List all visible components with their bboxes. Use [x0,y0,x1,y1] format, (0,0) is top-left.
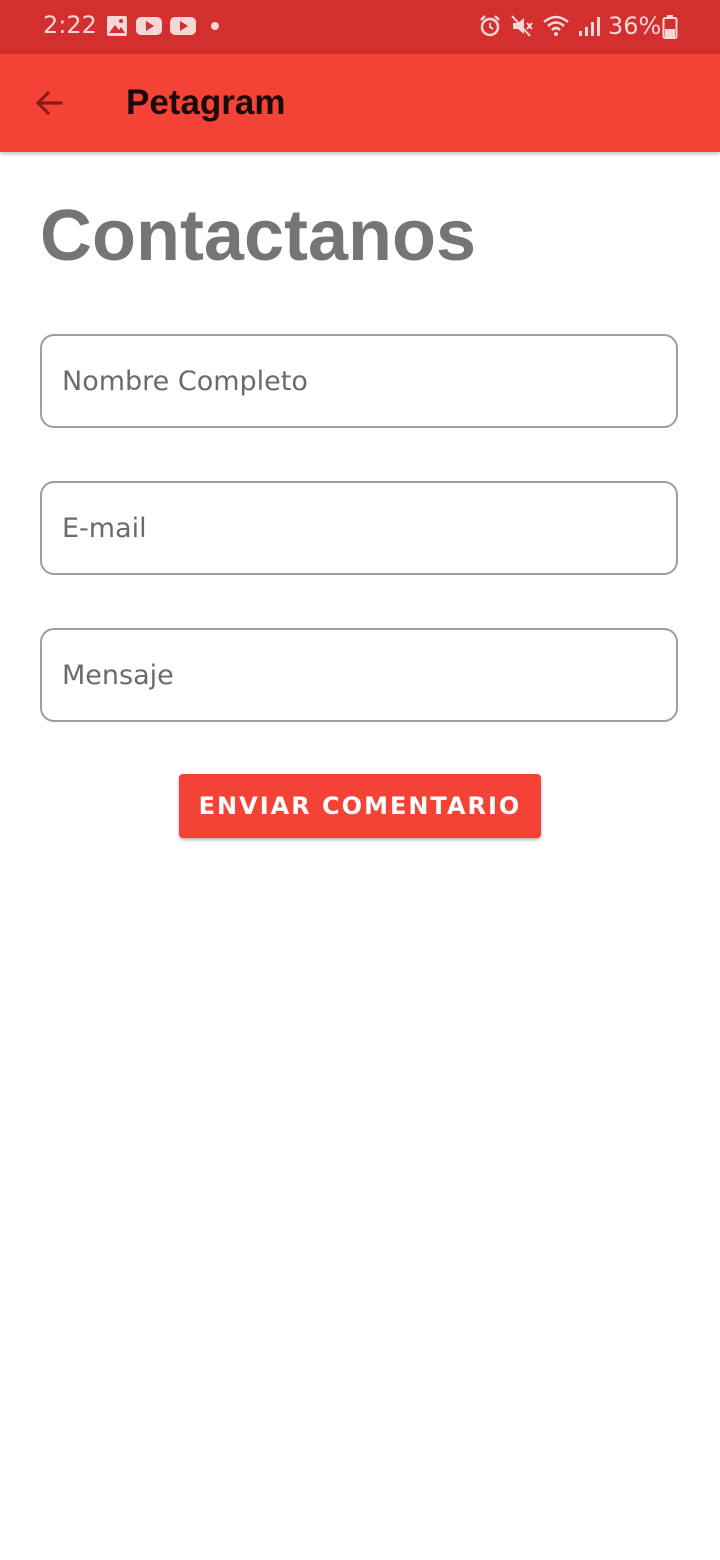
send-comment-button[interactable]: ENVIAR COMENTARIO [179,774,541,838]
full-name-input[interactable] [42,336,676,426]
mute-icon [510,14,534,38]
status-left-icons [106,15,220,37]
email-input[interactable] [42,483,676,573]
page-title: Contactanos [40,196,477,276]
app-bar: Petagram [0,54,720,152]
message-field [40,628,678,722]
youtube-icon [170,16,196,36]
app-title: Petagram [126,83,286,122]
battery-icon [662,15,678,39]
wifi-icon [542,14,570,38]
status-right-icons [478,14,600,38]
signal-icon [578,15,600,37]
battery-percent: 36% [608,12,662,40]
youtube-icon [136,16,162,36]
dot-icon [210,21,220,31]
full-name-field [40,334,678,428]
gallery-icon [106,15,128,37]
alarm-icon [478,14,502,38]
status-bar: 2:22 36% [0,0,720,54]
message-input[interactable] [42,630,676,720]
status-time: 2:22 [43,11,97,39]
back-button[interactable] [24,78,74,128]
email-field [40,481,678,575]
arrow-back-icon [33,87,65,119]
